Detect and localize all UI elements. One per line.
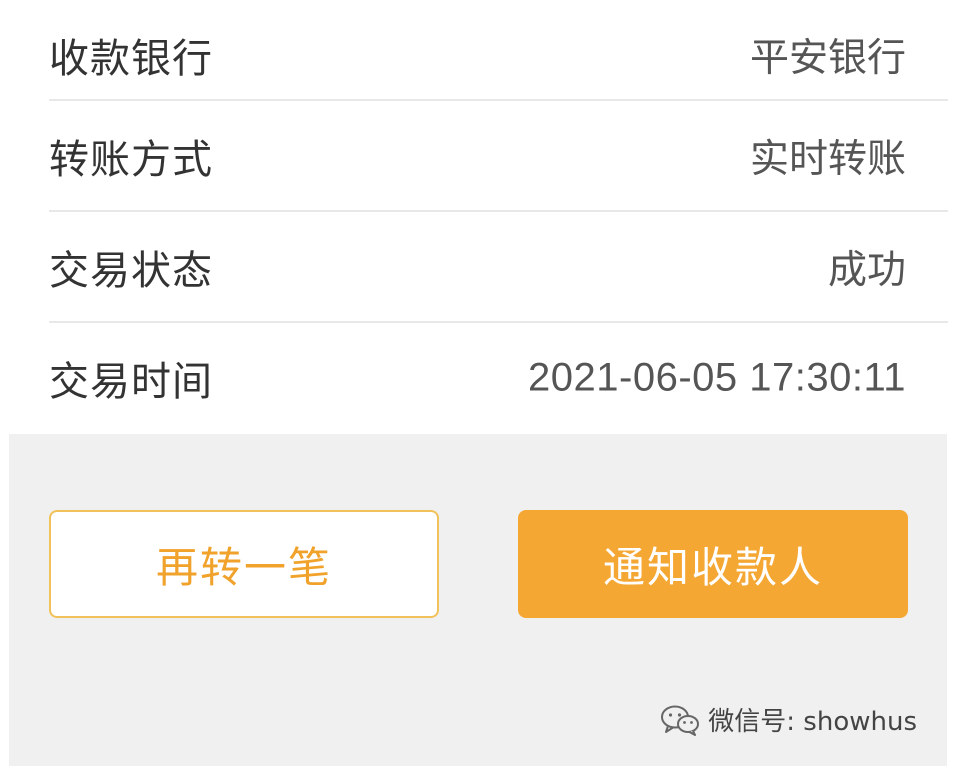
detail-label: 交易时间 [49,359,213,405]
transfer-result-page: 收款银行 平安银行 转账方式 实时转账 交易状态 成功 交易时间 2021-06… [0,0,976,766]
detail-row-status: 交易状态 成功 [0,212,976,322]
detail-value: 成功 [827,248,906,293]
detail-value: 2021-06-05 17:30:11 [528,355,906,400]
detail-row-time: 交易时间 2021-06-05 17:30:11 [0,323,976,433]
transfer-again-button[interactable]: 再转一笔 [49,510,439,618]
detail-value: 平安银行 [749,36,906,81]
detail-label: 收款银行 [49,36,213,82]
detail-value: 实时转账 [749,137,906,182]
notify-payee-button[interactable]: 通知收款人 [518,510,908,618]
detail-row-bank: 收款银行 平安银行 [0,0,976,110]
transfer-details: 收款银行 平安银行 转账方式 实时转账 交易状态 成功 交易时间 2021-06… [0,0,976,434]
detail-label: 转账方式 [49,137,213,183]
watermark: 微信号: showhus [660,701,917,738]
action-area: 再转一笔 通知收款人 微信号: showhus [9,434,947,766]
wechat-icon [661,705,700,736]
detail-row-transfer-method: 转账方式 实时转账 [0,101,976,211]
watermark-text: 微信号: showhus [708,707,917,737]
detail-label: 交易状态 [49,248,213,294]
